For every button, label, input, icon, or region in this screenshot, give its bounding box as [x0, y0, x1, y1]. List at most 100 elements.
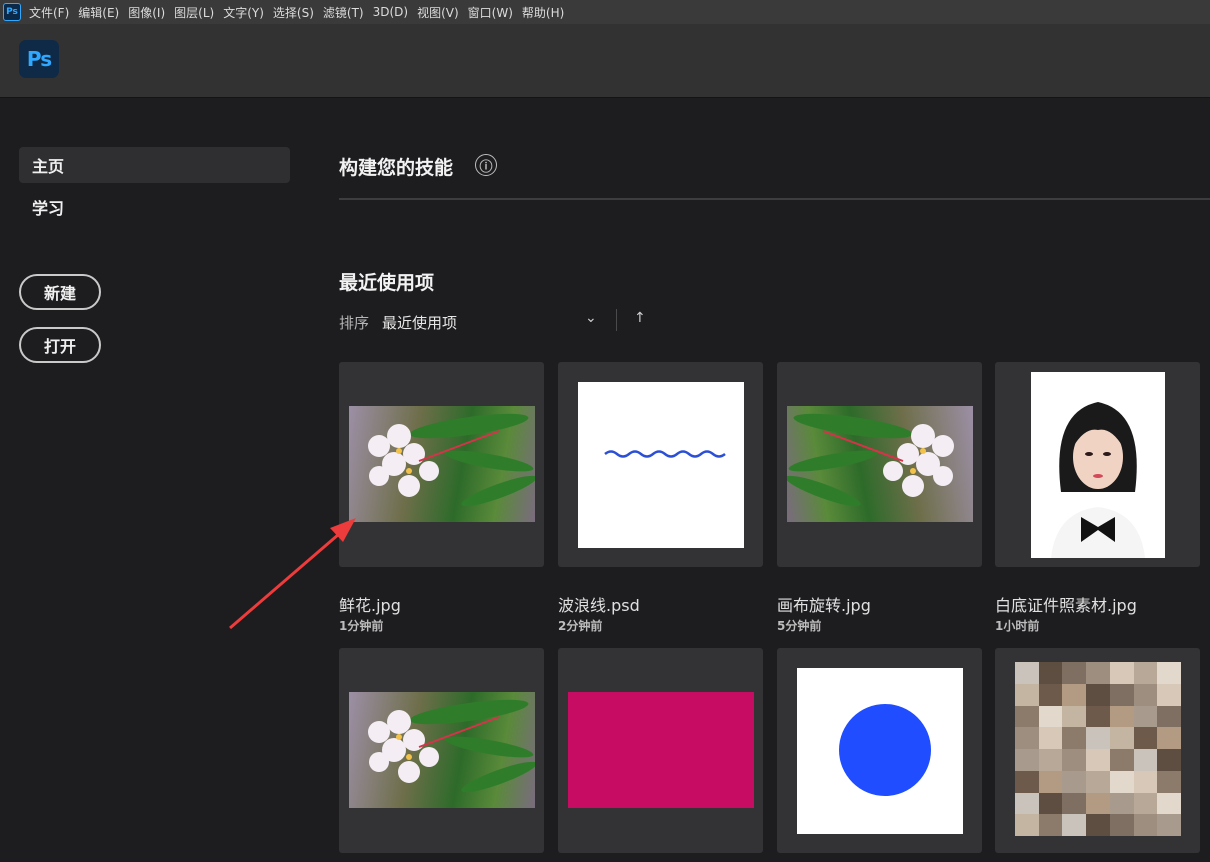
sidebar-item-learn[interactable]: 学习 [19, 189, 290, 225]
mosaic-cell [1133, 705, 1158, 728]
sort-label: 排序 [339, 314, 370, 332]
mosaic-cell [1133, 814, 1158, 836]
wave-thumbnail [578, 382, 744, 548]
sidebar-item-home[interactable]: 主页 [19, 147, 290, 183]
mosaic-cell [1086, 749, 1110, 771]
mosaic-thumbnail [1015, 662, 1181, 836]
file-name[interactable]: 鲜花.jpg [339, 592, 401, 616]
mosaic-cell [1038, 727, 1063, 749]
blue-circle-thumbnail [797, 668, 963, 834]
mosaic-cell [1038, 749, 1063, 771]
portrait-thumbnail [1031, 372, 1165, 558]
mosaic-cell [1133, 662, 1158, 684]
menu-edit[interactable]: 编辑(E) [78, 4, 119, 21]
mosaic-cell [1038, 792, 1063, 815]
mosaic-cell [1157, 727, 1181, 749]
mosaic-cell [1109, 814, 1134, 836]
open-button[interactable]: 打开 [19, 327, 101, 363]
mosaic-cell [1062, 814, 1087, 836]
mosaic-cell [1015, 705, 1039, 728]
mosaic-cell [1109, 705, 1134, 728]
skills-title: 构建您的技能 [339, 157, 454, 179]
mosaic-cell [1157, 792, 1181, 815]
mosaic-cell [1133, 792, 1158, 815]
recent-file-tile[interactable] [558, 362, 763, 567]
info-icon[interactable]: ⓘ [475, 154, 497, 176]
mosaic-cell [1133, 683, 1158, 706]
menu-type[interactable]: 文字(Y) [223, 4, 264, 21]
recent-file-tile[interactable] [558, 648, 763, 853]
mosaic-cell [1109, 770, 1134, 793]
menu-view[interactable]: 视图(V) [417, 4, 459, 21]
recent-file-tile[interactable] [777, 648, 982, 853]
chevron-down-icon[interactable]: ⌄ [585, 310, 597, 326]
recent-file-tile[interactable] [339, 648, 544, 853]
flower-image [368, 413, 535, 507]
recent-file-tile[interactable] [777, 362, 982, 567]
file-name[interactable]: 白底证件照素材.jpg [995, 592, 1137, 616]
photoshop-app-icon[interactable]: Ps [3, 3, 21, 21]
sort-dropdown[interactable]: 最近使用项 [382, 312, 457, 333]
sort-direction-icon[interactable]: ↑ [634, 310, 646, 326]
flower-thumbnail [349, 406, 535, 522]
mosaic-cell [1086, 662, 1110, 684]
section-divider [339, 198, 1210, 200]
mosaic-cell [1038, 770, 1063, 793]
new-button[interactable]: 新建 [19, 274, 101, 310]
recent-file-tile[interactable] [995, 648, 1200, 853]
mosaic-cell [1109, 749, 1134, 771]
menu-filter[interactable]: 滤镜(T) [323, 4, 364, 21]
mosaic-cell [1038, 662, 1063, 684]
mosaic-cell [1109, 683, 1134, 706]
mosaic-cell [1062, 727, 1087, 749]
menu-image[interactable]: 图像(I) [128, 4, 165, 21]
blue-circle-image [839, 704, 931, 796]
home-screen: 主页 学习 新建 打开 构建您的技能 ⓘ 最近使用项 排序 最近使用项 ⌄ ↑ [0, 98, 1210, 862]
file-name[interactable]: 波浪线.psd [558, 592, 640, 616]
mosaic-cell [1038, 814, 1063, 836]
mosaic-cell [1086, 705, 1110, 728]
file-time: 2分钟前 [558, 619, 603, 633]
mosaic-cell [1038, 705, 1063, 728]
mosaic-cell [1109, 727, 1134, 749]
mosaic-cell [1015, 792, 1039, 815]
mosaic-cell [1109, 662, 1134, 684]
wave-line-image [604, 450, 726, 458]
menu-bar: Ps 文件(F) 编辑(E) 图像(I) 图层(L) 文字(Y) 选择(S) 滤… [0, 0, 1210, 24]
mosaic-cell [1062, 705, 1087, 728]
home-header: Ps [0, 24, 1210, 98]
mosaic-cell [1086, 792, 1110, 815]
menu-help[interactable]: 帮助(H) [522, 4, 564, 21]
mosaic-cell [1015, 814, 1039, 836]
mosaic-cell [1157, 814, 1181, 836]
mosaic-cell [1015, 662, 1039, 684]
menu-select[interactable]: 选择(S) [273, 4, 314, 21]
recent-file-tile[interactable] [339, 362, 544, 567]
menu-window[interactable]: 窗口(W) [468, 4, 513, 21]
mosaic-cell [1015, 770, 1039, 793]
mosaic-cell [1086, 727, 1110, 749]
menu-3d[interactable]: 3D(D) [373, 5, 408, 19]
mosaic-cell [1062, 770, 1087, 793]
sort-separator [616, 309, 617, 331]
mosaic-cell [1062, 792, 1087, 815]
flower-image [368, 699, 535, 793]
magenta-rect-thumbnail [568, 692, 754, 808]
mosaic-cell [1086, 683, 1110, 706]
portrait-image [1051, 402, 1145, 558]
mosaic-cell [1062, 749, 1087, 771]
mosaic-cell [1157, 662, 1181, 684]
flower-image [787, 413, 954, 507]
mosaic-cell [1157, 770, 1181, 793]
file-time: 1小时前 [995, 619, 1040, 633]
flower-thumbnail [349, 692, 535, 808]
recent-title: 最近使用项 [339, 272, 435, 294]
menu-layer[interactable]: 图层(L) [174, 4, 214, 21]
mosaic-cell [1086, 770, 1110, 793]
file-name[interactable]: 画布旋转.jpg [777, 592, 871, 616]
menu-file[interactable]: 文件(F) [29, 4, 69, 21]
recent-file-tile[interactable] [995, 362, 1200, 567]
mosaic-cell [1133, 727, 1158, 749]
flower-flipped-thumbnail [787, 406, 973, 522]
mosaic-cell [1038, 683, 1063, 706]
